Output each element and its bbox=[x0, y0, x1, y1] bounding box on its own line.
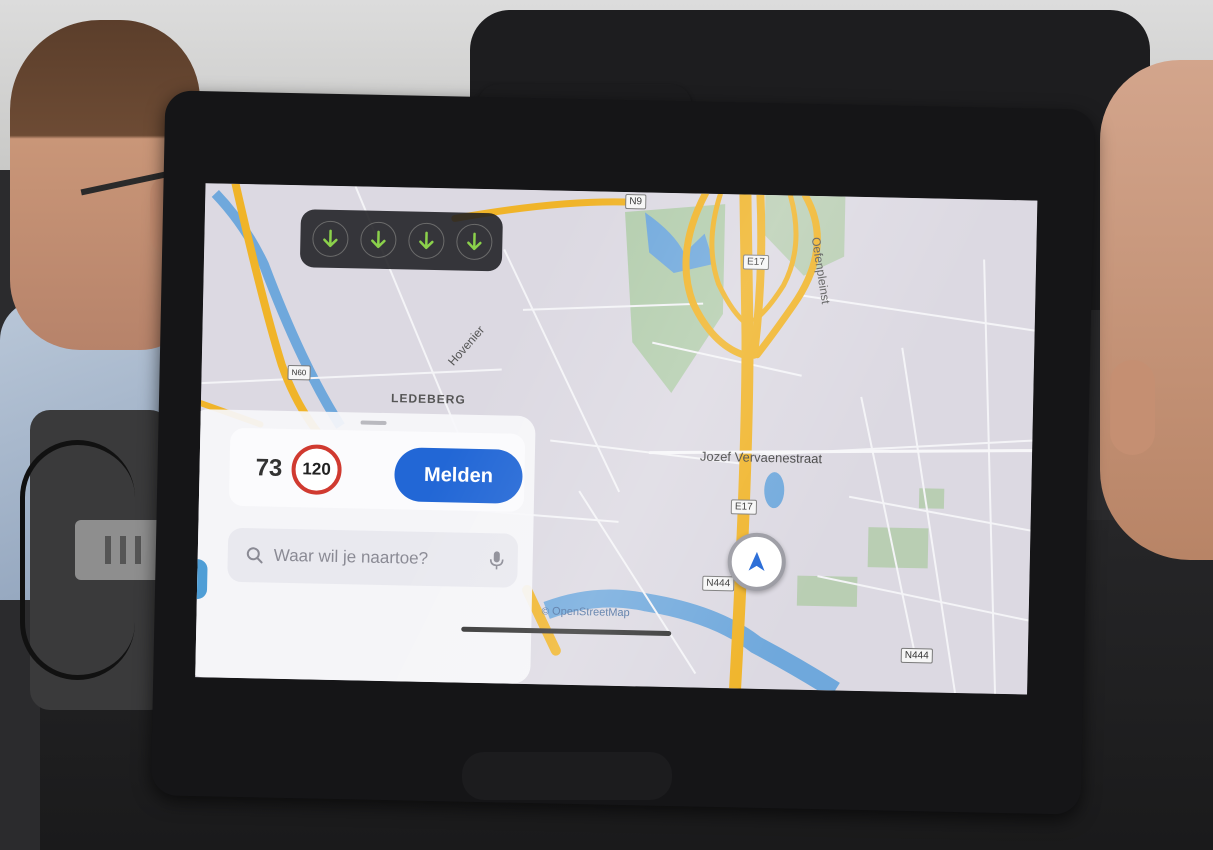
road-shield-n444-left: N444 bbox=[702, 575, 735, 592]
arrow-down-icon bbox=[467, 232, 482, 251]
search-input[interactable] bbox=[271, 544, 486, 572]
road-shield-n444-right: N444 bbox=[900, 647, 933, 664]
lane-arrow-1 bbox=[312, 220, 349, 258]
road-shield-e17-top: E17 bbox=[742, 254, 769, 271]
lane-arrow-2 bbox=[360, 221, 397, 259]
current-speed: 73 bbox=[255, 454, 283, 482]
road-shield-e17-mid: E17 bbox=[730, 499, 757, 515]
tablet-clamp-bottom bbox=[462, 752, 672, 800]
search-icon bbox=[246, 547, 263, 564]
sheet-drag-handle[interactable] bbox=[360, 420, 387, 426]
navigation-arrow-icon bbox=[748, 551, 765, 571]
copyright-symbol: © bbox=[541, 606, 550, 618]
speed-limit-sign: 120 bbox=[291, 444, 343, 496]
lane-arrow-4 bbox=[456, 223, 493, 261]
road-shield-n9: N9 bbox=[625, 193, 647, 210]
driver-right bbox=[1080, 60, 1213, 560]
attribution-text: OpenStreetMap bbox=[551, 605, 630, 620]
speed-card: 73 120 Melden bbox=[228, 427, 526, 512]
tablet-screen: LEDEBERG Jozef Vervaenestraat Oefenplein… bbox=[195, 183, 1038, 695]
street-label-main: Jozef Vervaenestraat bbox=[699, 448, 823, 467]
side-tab[interactable] bbox=[195, 558, 208, 600]
driver-ear bbox=[1110, 360, 1155, 455]
tablet-device: LEDEBERG Jozef Vervaenestraat Oefenplein… bbox=[150, 90, 1096, 815]
bottom-sheet[interactable]: 73 120 Melden bbox=[195, 408, 536, 685]
driver-head bbox=[1100, 60, 1213, 560]
arrow-down-icon bbox=[419, 231, 434, 250]
microphone-icon[interactable] bbox=[489, 550, 504, 570]
search-bar[interactable] bbox=[227, 527, 519, 588]
arrow-down-icon bbox=[323, 229, 338, 248]
report-button[interactable]: Melden bbox=[393, 447, 524, 504]
map-attribution[interactable]: © OpenStreetMap bbox=[541, 605, 630, 620]
road-shield-n60: N60 bbox=[287, 364, 311, 381]
lane-arrow-3 bbox=[408, 222, 445, 260]
lane-guidance bbox=[299, 209, 503, 272]
arrow-down-icon bbox=[371, 230, 386, 249]
district-label: LEDEBERG bbox=[390, 391, 466, 407]
